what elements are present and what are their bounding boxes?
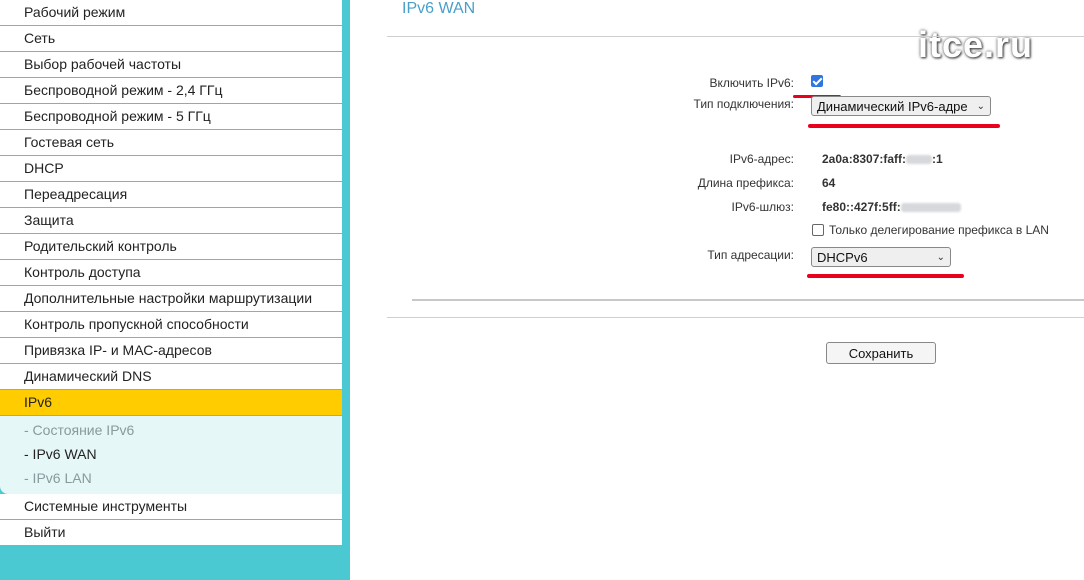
enable-ipv6-checkbox[interactable] (811, 75, 823, 87)
addressing-type-label: Тип адресации: (707, 248, 794, 262)
enable-ipv6-label: Включить IPv6: (709, 76, 794, 90)
addressing-type-select[interactable]: DHCPv6 ⌄ (811, 247, 951, 267)
watermark: itce.ru (918, 24, 1034, 65)
sidebar-subitem[interactable]: - Состояние IPv6 (0, 418, 342, 442)
chevron-down-icon: ⌄ (936, 252, 945, 263)
ipv6-gateway-label: IPv6-шлюз: (731, 200, 794, 214)
sidebar-item[interactable]: Родительский контроль (0, 234, 342, 260)
sidebar-subitem[interactable]: - IPv6 LAN (0, 466, 342, 490)
sidebar-item[interactable]: Выйти (0, 520, 342, 546)
sidebar-submenu: - Состояние IPv6- IPv6 WAN - IPv6 LAN (0, 416, 342, 494)
sidebar-item[interactable]: Гостевая сеть (0, 130, 342, 156)
sidebar-item[interactable]: Беспроводной режим - 5 ГГц (0, 104, 342, 130)
chevron-down-icon: ⌄ (976, 101, 985, 112)
sidebar-item[interactable]: Динамический DNS (0, 364, 342, 390)
redacted-block (906, 155, 933, 165)
ipv6-address-value: 2a0a:8307:faff: :1 (822, 152, 943, 166)
divider-section (412, 299, 1084, 301)
ipv6-gateway-text: fe80::427f:5ff: (822, 200, 901, 214)
connection-type-select[interactable]: Динамический IPv6-адре ⌄ (811, 96, 991, 116)
save-button[interactable]: Сохранить (826, 342, 936, 364)
annotation-underline (808, 124, 1000, 128)
prefix-delegation-only-checkbox[interactable] (812, 224, 824, 236)
sidebar-item-ipv6[interactable]: IPv6 (0, 390, 342, 416)
annotation-underline (807, 274, 964, 278)
connection-type-value: Динамический IPv6-адре (817, 99, 968, 114)
sidebar-item[interactable]: Сеть (0, 26, 342, 52)
ipv6-address-suffix: :1 (932, 152, 943, 166)
main-content: IPv6 WAN itce.ru Включить IPv6: Тип подк… (350, 0, 1084, 580)
prefix-length-value: 64 (822, 176, 836, 190)
page-title: IPv6 WAN (402, 0, 476, 17)
sidebar-menu: Рабочий режим Сеть Выбор рабочей частоты Бе… (0, 0, 342, 546)
prefix-length-label: Длина префикса: (697, 176, 794, 190)
sidebar-item[interactable]: Защита (0, 208, 342, 234)
prefix-delegation-only-label: Только делегирование префикса в LAN (829, 223, 1049, 237)
divider-top (387, 36, 1084, 37)
sidebar-item[interactable]: Контроль пропускной способности (0, 312, 342, 338)
ipv6-address-prefix: 2a0a:8307:faff: (822, 152, 907, 166)
sidebar-item[interactable]: Переадресация (0, 182, 342, 208)
sidebar-item[interactable]: Беспроводной режим - 2,4 ГГц (0, 78, 342, 104)
sidebar-item[interactable]: Дополнительные настройки маршрутизации (0, 286, 342, 312)
sidebar-item[interactable]: DHCP (0, 156, 342, 182)
divider-bottom (387, 317, 1084, 318)
sidebar-item[interactable]: Выбор рабочей частоты (0, 52, 342, 78)
connection-type-label: Тип подключения: (693, 97, 794, 111)
ipv6-gateway-value: fe80::427f:5ff: (822, 200, 961, 214)
sidebar-subitem[interactable]: - IPv6 WAN (0, 442, 342, 466)
addressing-type-value: DHCPv6 (817, 250, 868, 265)
sidebar-item[interactable]: Системные инструменты (0, 494, 342, 520)
sidebar-item[interactable]: Привязка IP- и МАС-адресов (0, 338, 342, 364)
ipv6-address-label: IPv6-адрес: (729, 152, 794, 166)
sidebar-item[interactable]: Рабочий режим (0, 0, 342, 26)
sidebar: Рабочий режим Сеть Выбор рабочей частоты Бе… (0, 0, 350, 580)
redacted-block (900, 203, 961, 213)
sidebar-item[interactable]: Контроль доступа (0, 260, 342, 286)
